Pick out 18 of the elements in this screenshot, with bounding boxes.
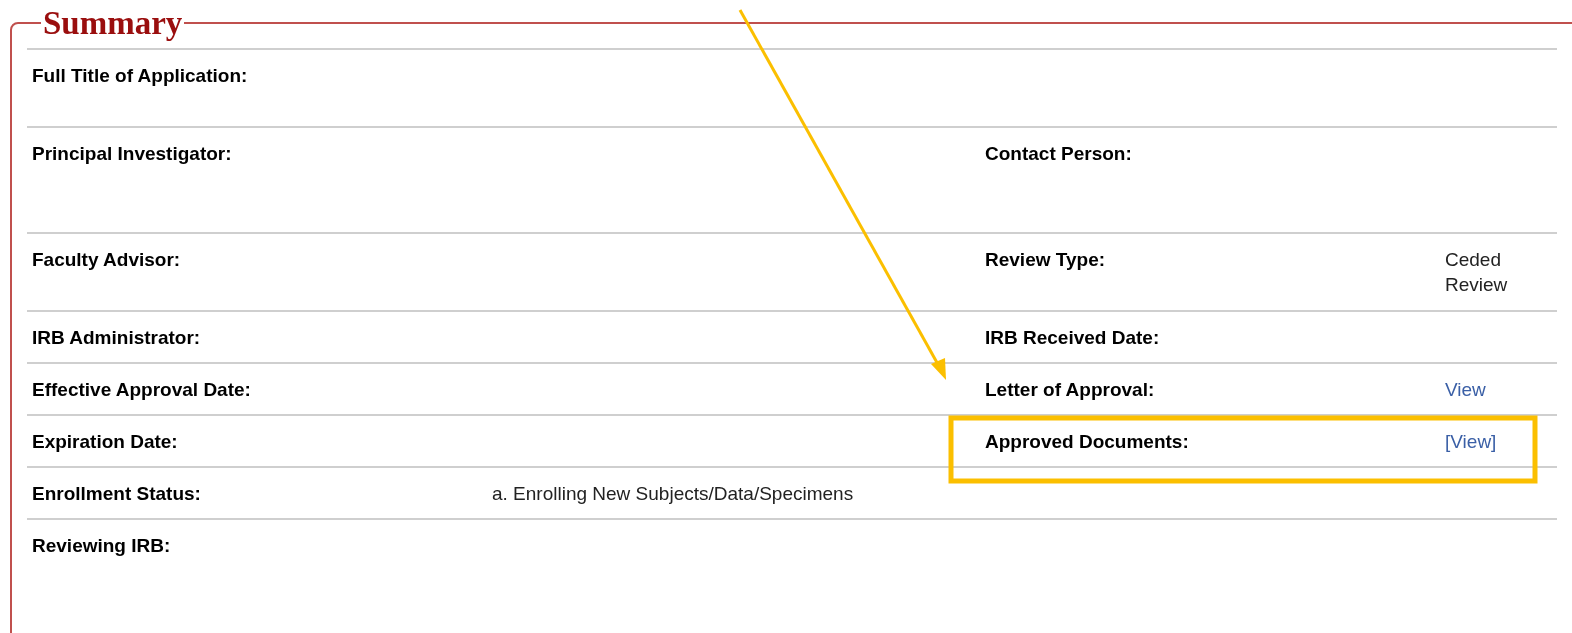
field-label: Expiration Date: [31, 430, 179, 453]
field-label: IRB Received Date: [984, 326, 1161, 349]
field-label: Enrollment Status: [31, 482, 202, 505]
view-link[interactable]: View [1445, 379, 1486, 400]
field-value: Ceded Review [1445, 249, 1508, 295]
field-value: a. Enrolling New Subjects/Data/Specimens [492, 483, 854, 504]
field-label: Letter of Approval: [984, 378, 1156, 401]
view-link[interactable]: [View] [1445, 431, 1497, 452]
field-label: Reviewing IRB: [31, 534, 172, 557]
field-label: Faculty Advisor: [31, 248, 182, 271]
field-label: IRB Administrator: [31, 326, 202, 349]
field-label: Full Title of Application: [31, 64, 249, 87]
field-label: Review Type: [984, 248, 1107, 271]
field-label: Approved Documents: [984, 430, 1190, 453]
field-label: Contact Person: [984, 142, 1133, 165]
field-label: Principal Investigator: [31, 142, 233, 165]
section-title: Summary [42, 6, 184, 40]
field-label: Effective Approval Date: [31, 378, 252, 401]
